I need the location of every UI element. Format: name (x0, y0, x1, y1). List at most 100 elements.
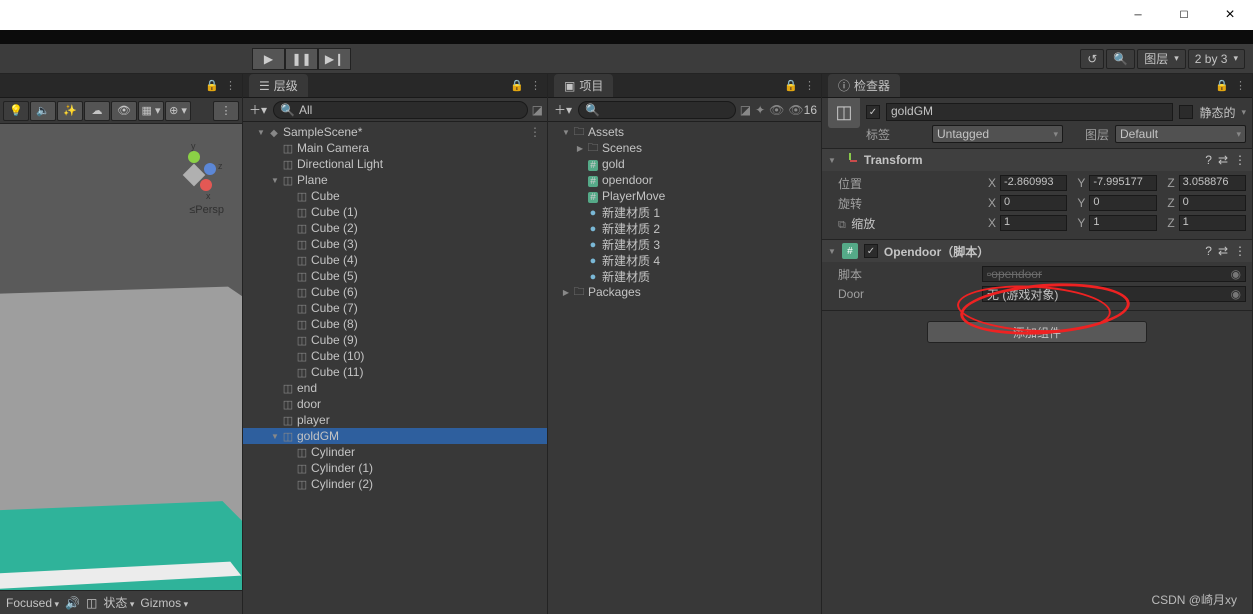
rot-y-field[interactable]: 0 (1089, 195, 1156, 211)
tree-row[interactable]: PlayerMove (548, 188, 821, 204)
layout-dropdown[interactable]: 2 by 3 (1188, 49, 1245, 69)
camera-toggle[interactable]: ▦ ▾ (138, 101, 164, 121)
gizmo-toggle[interactable]: ⊕ ▾ (165, 101, 191, 121)
search-menu[interactable]: ◪ (532, 103, 543, 117)
sky-toggle[interactable]: ☁ (84, 101, 110, 121)
tree-row[interactable]: Cylinder (243, 444, 547, 460)
tree-row[interactable]: 新建材质 2 (548, 220, 821, 236)
tree-row[interactable]: Cube (4) (243, 252, 547, 268)
script-field[interactable]: ▫ opendoor◉ (982, 266, 1246, 282)
static-checkbox[interactable] (1179, 105, 1193, 119)
stats-icon[interactable]: ◫ (86, 596, 97, 610)
tree-row[interactable]: door (243, 396, 547, 412)
active-checkbox[interactable]: ✓ (866, 105, 880, 119)
hierarchy-search[interactable]: 🔍 All (273, 101, 528, 119)
tree-row[interactable]: Packages (548, 284, 821, 300)
tree-row[interactable]: Main Camera (243, 140, 547, 156)
scale-z-field[interactable]: 1 (1179, 215, 1246, 231)
scale-x-field[interactable]: 1 (1000, 215, 1067, 231)
tree-row[interactable]: 新建材质 4 (548, 252, 821, 268)
rot-x-field[interactable]: 0 (1000, 195, 1067, 211)
tree-row[interactable]: Cube (8) (243, 316, 547, 332)
preset-icon[interactable]: ⇄ (1218, 244, 1228, 258)
step-button[interactable]: ▶❙ (318, 48, 351, 70)
tree-row[interactable]: player (243, 412, 547, 428)
add-component-button[interactable]: 添加组件 (927, 321, 1147, 343)
tree-row[interactable]: end (243, 380, 547, 396)
script-enabled-checkbox[interactable]: ✓ (864, 244, 878, 258)
fx-toggle[interactable]: ✨ (57, 101, 83, 121)
more-icon[interactable]: ⋮ (1234, 244, 1246, 258)
tree-row[interactable]: Scenes (548, 140, 821, 156)
undo-history-button[interactable]: ↺ (1080, 49, 1104, 69)
tree-row[interactable]: Cube (6) (243, 284, 547, 300)
tree-row[interactable]: Cube (7) (243, 300, 547, 316)
visibility-icon[interactable]: 👁 (769, 103, 784, 117)
create-button[interactable]: ＋▾ (247, 101, 269, 118)
scene-menu[interactable]: ⋮ (213, 101, 239, 121)
tree-row[interactable]: Cube (9) (243, 332, 547, 348)
more-icon[interactable]: ⋮ (1234, 153, 1246, 167)
state-dropdown[interactable]: 状态 (103, 594, 134, 611)
focus-mode[interactable]: Focused (6, 596, 59, 610)
create-button[interactable]: ＋▾ (552, 101, 574, 118)
search-button[interactable]: 🔍 (1106, 49, 1135, 69)
tree-row[interactable]: Cube (1) (243, 204, 547, 220)
pos-y-field[interactable]: -7.995177 (1089, 175, 1156, 191)
lock-icon[interactable]: 🔒 (510, 79, 524, 92)
tree-row[interactable]: Cube (5) (243, 268, 547, 284)
tree-row[interactable]: Cube (10) (243, 348, 547, 364)
scene-viewport[interactable]: y z x ≤Persp (0, 124, 242, 590)
play-button[interactable]: ▶ (252, 48, 285, 70)
tag-dropdown[interactable]: Untagged (932, 125, 1063, 143)
more-icon[interactable]: ⋮ (530, 79, 541, 92)
close-button[interactable]: × (1207, 0, 1253, 30)
transform-header[interactable]: ▼ Transform ?⇄⋮ (822, 149, 1252, 171)
lock-icon[interactable]: 🔒 (784, 79, 798, 92)
tree-row[interactable]: Cylinder (1) (243, 460, 547, 476)
opendoor-header[interactable]: ▼ # ✓ Opendoor（脚本） ?⇄⋮ (822, 240, 1252, 262)
more-icon[interactable]: ⋮ (225, 79, 236, 92)
tree-row[interactable]: 新建材质 1 (548, 204, 821, 220)
tree-row[interactable]: 新建材质 3 (548, 236, 821, 252)
hierarchy-tab[interactable]: ☰ 层级 (249, 74, 308, 97)
tree-row[interactable]: gold (548, 156, 821, 172)
star-icon[interactable]: ✦ (755, 103, 765, 117)
more-icon[interactable]: ⋮ (529, 125, 541, 139)
maximize-button[interactable]: ☐ (1161, 0, 1207, 30)
filter-icon[interactable]: ◪ (740, 103, 751, 117)
lock-icon[interactable]: 🔒 (1215, 79, 1229, 92)
mute-icon[interactable]: 🔊 (65, 596, 80, 610)
layers-dropdown[interactable]: 图层 (1137, 49, 1186, 69)
tree-row[interactable]: Cube (243, 188, 547, 204)
tree-row[interactable]: opendoor (548, 172, 821, 188)
project-search[interactable]: 🔍 (578, 101, 736, 119)
gizmos-dropdown[interactable]: Gizmos (140, 596, 188, 610)
tree-row[interactable]: SampleScene*⋮ (243, 124, 547, 140)
more-icon[interactable]: ⋮ (804, 79, 815, 92)
projection-label[interactable]: ≤Persp (189, 204, 224, 216)
project-tree[interactable]: AssetsScenesgoldopendoorPlayerMove新建材质 1… (548, 122, 821, 614)
pos-x-field[interactable]: -2.860993 (1000, 175, 1067, 191)
help-icon[interactable]: ? (1205, 244, 1212, 258)
constrain-icon[interactable]: ⧉ (838, 219, 846, 231)
tree-row[interactable]: Cylinder (2) (243, 476, 547, 492)
lock-icon[interactable]: 🔒 (205, 79, 219, 92)
inspector-tab[interactable]: ⓘ 检查器 (828, 74, 900, 97)
preset-icon[interactable]: ⇄ (1218, 153, 1228, 167)
minimize-button[interactable]: ─ (1115, 0, 1161, 30)
tree-row[interactable]: Cube (11) (243, 364, 547, 380)
pos-z-field[interactable]: 3.058876 (1179, 175, 1246, 191)
pause-button[interactable]: ❚❚ (285, 48, 318, 70)
more-icon[interactable]: ⋮ (1235, 79, 1246, 92)
orientation-gizmo[interactable]: y z x (168, 149, 220, 201)
tree-row[interactable]: goldGM (243, 428, 547, 444)
rot-z-field[interactable]: 0 (1179, 195, 1246, 211)
scale-y-field[interactable]: 1 (1089, 215, 1156, 231)
tree-row[interactable]: Cube (2) (243, 220, 547, 236)
project-tab[interactable]: ▣ 项目 (554, 74, 613, 97)
object-name-field[interactable]: goldGM (886, 103, 1173, 121)
help-icon[interactable]: ? (1205, 153, 1212, 167)
tree-row[interactable]: Cube (3) (243, 236, 547, 252)
layer-dropdown[interactable]: Default (1115, 125, 1246, 143)
